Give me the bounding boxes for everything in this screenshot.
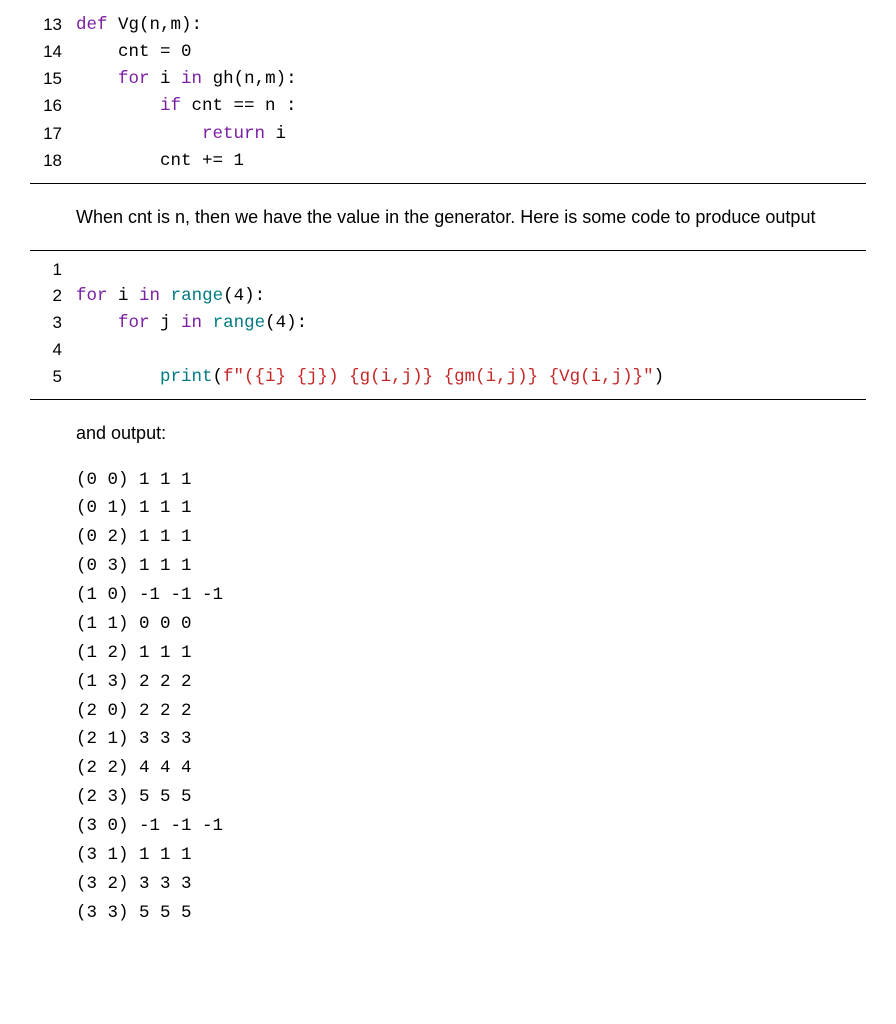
code-content: print(f"({i} {j}) {g(i,j)} {gm(i,j)} {Vg… [76,364,866,391]
output-line: (2 2) 4 4 4 [76,754,866,783]
line-number: 13 [30,12,76,39]
code-line: 1 [30,257,866,283]
line-number: 16 [30,93,76,120]
code-line: 5 print(f"({i} {j}) {g(i,j)} {gm(i,j)} {… [30,364,866,391]
code-content: for j in range(4): [76,310,866,337]
code-line: 15 for i in gh(n,m): [30,66,866,93]
code-line: 17 return i [30,121,866,148]
code-content [76,257,866,283]
code-content [76,337,866,363]
line-number: 5 [30,364,76,391]
line-number: 1 [30,257,76,283]
output-line: (1 2) 1 1 1 [76,639,866,668]
output-line: (3 1) 1 1 1 [76,841,866,870]
code-content: for i in gh(n,m): [76,66,866,93]
line-number: 17 [30,121,76,148]
code-content: if cnt == n : [76,93,866,120]
line-number: 4 [30,337,76,363]
code-line: 4 [30,337,866,363]
code-line: 18 cnt += 1 [30,148,866,175]
code-content: return i [76,121,866,148]
code-line: 16 if cnt == n : [30,93,866,120]
output-line: (3 2) 3 3 3 [76,870,866,899]
code-content: cnt = 0 [76,39,866,66]
program-output: (0 0) 1 1 1(0 1) 1 1 1(0 2) 1 1 1(0 3) 1… [76,466,866,928]
line-number: 15 [30,66,76,93]
code-line: 2 for i in range(4): [30,283,866,310]
code-block-vg-function: 13 def Vg(n,m): 14 cnt = 0 15 for i in g… [30,6,866,184]
code-content: def Vg(n,m): [76,12,866,39]
output-line: (3 3) 5 5 5 [76,899,866,928]
output-line: (0 2) 1 1 1 [76,523,866,552]
line-number: 14 [30,39,76,66]
output-label: and output: [76,420,866,448]
output-line: (3 0) -1 -1 -1 [76,812,866,841]
output-line: (2 3) 5 5 5 [76,783,866,812]
output-line: (1 0) -1 -1 -1 [76,581,866,610]
line-number: 2 [30,283,76,310]
code-line: 13 def Vg(n,m): [30,12,866,39]
output-line: (0 0) 1 1 1 [76,466,866,495]
code-content: cnt += 1 [76,148,866,175]
output-line: (0 3) 1 1 1 [76,552,866,581]
line-number: 3 [30,310,76,337]
code-content: for i in range(4): [76,283,866,310]
output-line: (1 1) 0 0 0 [76,610,866,639]
line-number: 18 [30,148,76,175]
output-line: (1 3) 2 2 2 [76,668,866,697]
code-line: 14 cnt = 0 [30,39,866,66]
explanation-paragraph: When cnt is n, then we have the value in… [76,204,866,232]
output-line: (0 1) 1 1 1 [76,494,866,523]
code-line: 3 for j in range(4): [30,310,866,337]
code-block-loop: 1 2 for i in range(4): 3 for j in range(… [30,250,866,400]
output-line: (2 0) 2 2 2 [76,697,866,726]
output-line: (2 1) 3 3 3 [76,725,866,754]
